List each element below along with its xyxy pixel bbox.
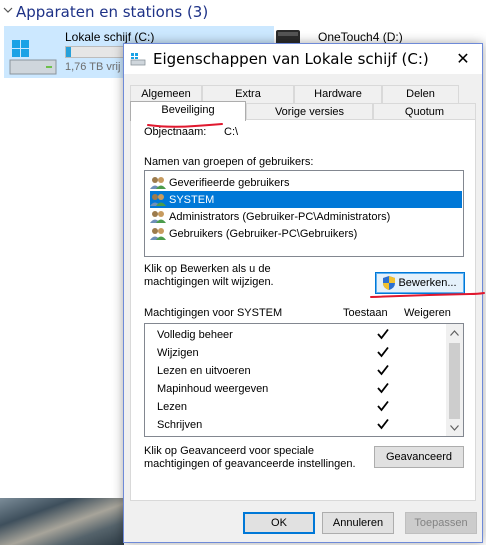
red-annotation-marks [147, 123, 485, 298]
tab-beveiliging[interactable]: Beveiliging [130, 101, 246, 121]
underline-beveiliging [147, 123, 223, 128]
underline-bewerken [370, 292, 485, 298]
